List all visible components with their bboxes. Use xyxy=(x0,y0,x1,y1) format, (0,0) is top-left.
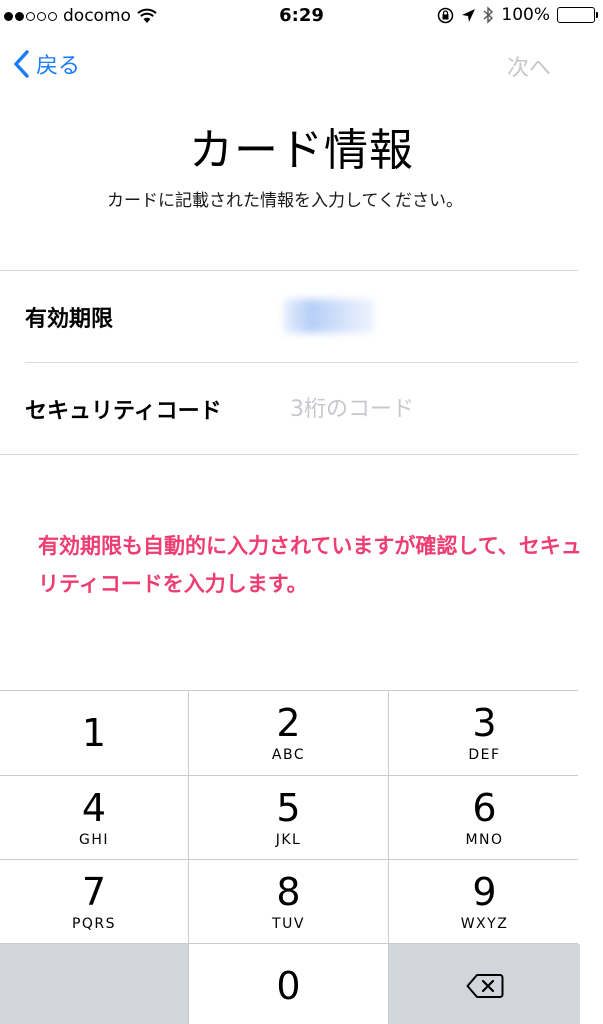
key-6[interactable]: 6 MNO xyxy=(389,776,580,859)
key-7[interactable]: 7 PQRS xyxy=(0,860,188,943)
key-letters: JKL xyxy=(275,831,302,848)
key-0[interactable]: 0 xyxy=(189,944,388,1024)
annotation-text: 有効期限も自動的に入力されていますが確認して、セキュリティコードを入力します。 xyxy=(38,534,582,596)
security-code-input[interactable] xyxy=(290,391,560,427)
key-letters: ABC xyxy=(271,747,306,763)
expiry-row[interactable]: 有効期限 xyxy=(0,271,578,363)
key-letters: DEF xyxy=(468,747,501,763)
key-9[interactable]: 9 WXYZ xyxy=(389,860,580,943)
key-1[interactable]: 1 xyxy=(0,691,188,775)
expiry-label: 有効期限 xyxy=(25,307,114,332)
key-empty xyxy=(0,944,188,1024)
key-digit: 7 xyxy=(81,869,107,914)
battery-icon xyxy=(557,7,598,23)
key-5[interactable]: 5 JKL xyxy=(189,776,388,859)
numeric-keypad: 1 2 ABC 3 DEF 4 GHI 5 JKL 6 MNO 7 PQRS 8… xyxy=(0,690,580,1024)
page-subtitle: カードに記載された情報を入力してください。 xyxy=(107,191,463,211)
status-bar: docomo 6:29 100% xyxy=(0,0,603,34)
battery-percent: 100% xyxy=(501,5,550,25)
backspace-icon xyxy=(466,974,503,998)
key-digit: 4 xyxy=(81,785,107,830)
location-arrow-icon xyxy=(462,8,476,22)
key-letters: WXYZ xyxy=(460,915,509,932)
orientation-lock-icon xyxy=(438,7,454,23)
key-digit: 8 xyxy=(276,869,301,914)
expiry-value-blurred[interactable] xyxy=(284,299,374,333)
key-digit: 5 xyxy=(276,785,301,830)
key-digit: 6 xyxy=(472,785,497,830)
key-digit: 0 xyxy=(276,964,301,1008)
security-code-row[interactable]: セキュリティコード xyxy=(0,363,578,455)
key-digit: 9 xyxy=(472,869,497,914)
key-letters: MNO xyxy=(465,831,504,848)
key-4[interactable]: 4 GHI xyxy=(0,776,188,859)
key-3[interactable]: 3 DEF xyxy=(389,691,580,775)
key-digit: 2 xyxy=(276,701,301,745)
key-letters: TUV xyxy=(272,915,305,932)
bluetooth-icon xyxy=(483,6,494,24)
next-button[interactable]: 次へ xyxy=(507,50,551,82)
chevron-left-icon xyxy=(14,50,29,78)
security-code-label: セキュリティコード xyxy=(25,398,222,424)
key-letters: GHI xyxy=(78,831,109,848)
back-button[interactable]: 戻る xyxy=(12,48,80,80)
key-digit: 1 xyxy=(81,711,107,755)
back-button-label: 戻る xyxy=(36,54,81,79)
navigation-bar: 戻る 次へ xyxy=(0,40,603,90)
backspace-key[interactable] xyxy=(389,944,580,1024)
key-digit: 3 xyxy=(472,701,497,745)
key-2[interactable]: 2 ABC xyxy=(189,691,388,775)
key-letters: PQRS xyxy=(71,915,117,932)
key-8[interactable]: 8 TUV xyxy=(189,860,388,943)
status-right: 100% xyxy=(437,5,598,25)
card-info-form: 有効期限 セキュリティコード xyxy=(0,270,578,455)
page-title: カード情報 xyxy=(189,125,414,176)
